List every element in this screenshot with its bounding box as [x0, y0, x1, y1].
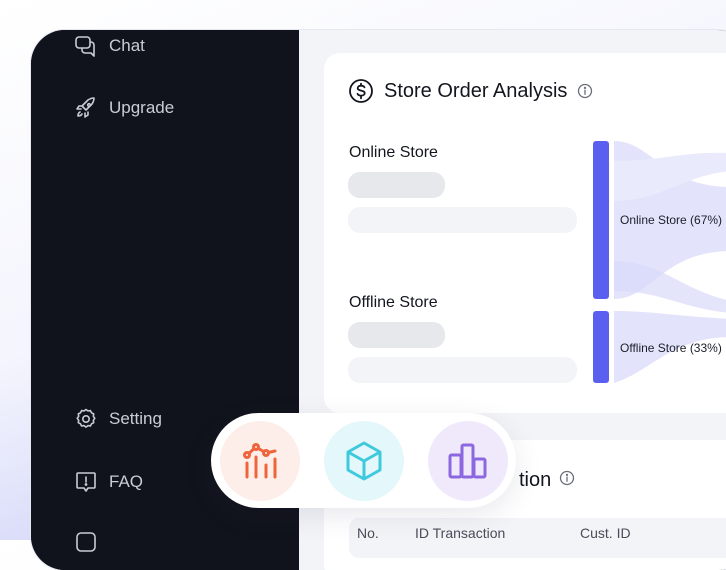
- sidebar-item-label: FAQ: [109, 472, 144, 491]
- cube-icon: [342, 439, 386, 483]
- sidebar-item-upgrade[interactable]: Upgrade: [74, 96, 174, 120]
- node-label-online: Online Store (67%): [620, 213, 723, 227]
- card-title: tion: [519, 469, 575, 492]
- rocket-icon: [74, 96, 98, 120]
- help-icon: [74, 530, 98, 554]
- line-chart-icon: [238, 439, 282, 483]
- card-header: Store Order Analysis: [348, 78, 593, 104]
- store-order-card: Store Order Analysis Online Store Offlin…: [324, 53, 726, 413]
- skeleton-short: [348, 322, 445, 348]
- skeleton-long: [348, 207, 577, 233]
- sidebar-item-label: Chat: [109, 36, 145, 55]
- column-header: No.: [357, 525, 379, 541]
- sidebar-item-label: Setting: [109, 409, 162, 428]
- floating-toolbar: [211, 413, 516, 508]
- sankey-node-offline: [593, 311, 609, 383]
- sidebar-item-help[interactable]: [74, 530, 98, 554]
- store-label-online: Online Store: [349, 144, 438, 161]
- sidebar-item-faq[interactable]: FAQ: [74, 470, 143, 494]
- cube-button[interactable]: [324, 421, 404, 501]
- info-icon[interactable]: [559, 469, 575, 492]
- faq-icon: [74, 470, 98, 494]
- bar-chart-button[interactable]: [428, 421, 508, 501]
- gear-icon: [74, 407, 98, 431]
- card-title: Store Order Analysis: [384, 79, 568, 102]
- sidebar-item-chat[interactable]: Chat: [74, 34, 145, 58]
- chat-icon: [74, 34, 98, 58]
- card-title-text: tion: [519, 469, 552, 491]
- dollar-circle-icon: [348, 78, 374, 104]
- sidebar-item-setting[interactable]: Setting: [74, 407, 162, 431]
- column-header: Cust. ID: [580, 525, 631, 541]
- node-label-offline: Offline Store (33%): [620, 341, 722, 355]
- info-icon[interactable]: [577, 83, 593, 99]
- line-chart-button[interactable]: [220, 421, 300, 501]
- column-header: ID Transaction: [415, 525, 506, 541]
- skeleton-short: [348, 172, 445, 198]
- skeleton-long: [348, 357, 577, 383]
- store-label-offline: Offline Store: [349, 294, 438, 311]
- sidebar-item-label: Upgrade: [109, 98, 175, 117]
- sankey-flow: [614, 261, 726, 313]
- bar-chart-icon: [446, 439, 490, 483]
- table-header: [349, 518, 726, 558]
- sankey-node-online: [593, 141, 609, 299]
